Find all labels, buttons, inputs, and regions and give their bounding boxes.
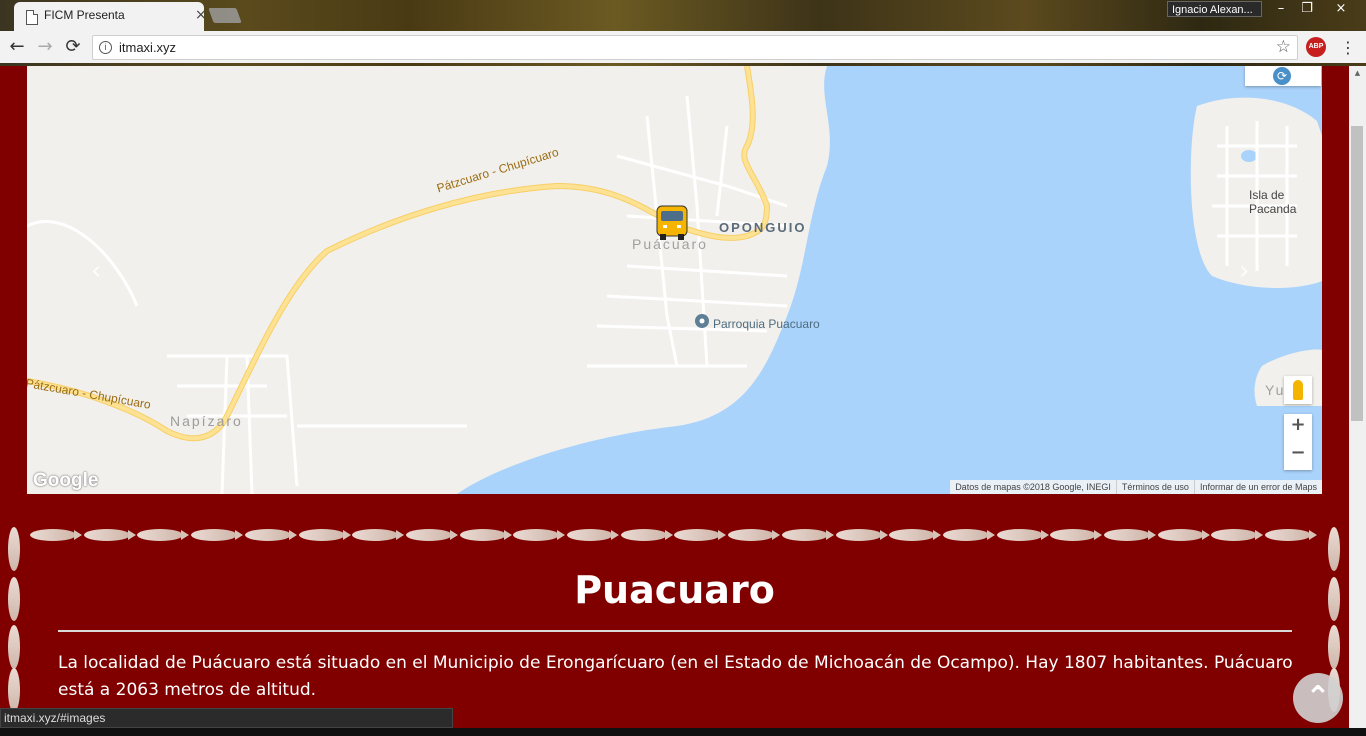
map-canvas[interactable] bbox=[27, 66, 1322, 494]
scroll-up-arrow-icon[interactable]: ▲ bbox=[1349, 66, 1366, 80]
restore-button[interactable]: ❐ bbox=[1294, 0, 1320, 18]
bookmark-star-icon[interactable]: ☆ bbox=[1276, 37, 1291, 57]
fish-ornament bbox=[1104, 529, 1156, 541]
fish-ornament bbox=[889, 529, 942, 541]
map-data-credit: Datos de mapas ©2018 Google, INEGI bbox=[955, 482, 1111, 492]
fish-ornament bbox=[1211, 529, 1264, 541]
browser-tab[interactable]: FICM Presenta × bbox=[14, 2, 207, 31]
place-label-isla: Pacanda bbox=[1249, 202, 1297, 216]
place-label-isla: Isla de bbox=[1249, 188, 1285, 202]
fish-ornament bbox=[1050, 529, 1103, 541]
bus-marker-icon bbox=[656, 205, 688, 240]
carousel-prev-icon[interactable]: ‹ bbox=[91, 256, 101, 286]
tab-close-icon[interactable]: × bbox=[195, 7, 207, 23]
info-icon[interactable]: i bbox=[99, 41, 112, 54]
fish-ornament bbox=[352, 529, 405, 541]
place-label-puacuaro: Puácuaro bbox=[632, 236, 708, 252]
fish-ornament bbox=[781, 529, 834, 541]
zoom-control: + − bbox=[1284, 414, 1312, 470]
browser-toolbar: ← → ⟳ i itmaxi.xyz ☆ bbox=[0, 31, 1366, 63]
refresh-icon: ⟳ bbox=[1273, 67, 1291, 85]
status-bar-url: itmaxi.xyz/#images bbox=[0, 708, 453, 728]
description-text: La localidad de Puácuaro está situado en… bbox=[58, 653, 1293, 700]
fish-ornament bbox=[674, 529, 727, 541]
fish-ornament bbox=[191, 529, 244, 541]
address-bar[interactable]: i itmaxi.xyz ☆ bbox=[92, 35, 1298, 60]
carousel-next-icon[interactable]: › bbox=[1239, 256, 1249, 286]
fish-ornament bbox=[405, 529, 458, 541]
taskbar bbox=[0, 728, 1366, 736]
fish-ornament bbox=[83, 529, 136, 541]
fish-ornament bbox=[244, 529, 297, 541]
fish-ornament bbox=[513, 529, 566, 541]
scrollbar-thumb[interactable] bbox=[1351, 126, 1363, 421]
fish-ornament bbox=[30, 529, 82, 541]
page-title: Puacuaro bbox=[574, 568, 775, 612]
poi-label-parroquia: Parroquia Puacuaro bbox=[713, 317, 820, 331]
map-attribution: Datos de mapas ©2018 Google, INEGI Térmi… bbox=[950, 480, 1322, 494]
fish-ornament bbox=[298, 529, 351, 541]
close-window-button[interactable]: × bbox=[1328, 0, 1354, 18]
forward-button[interactable]: → bbox=[33, 35, 57, 59]
url-text[interactable]: itmaxi.xyz bbox=[119, 40, 176, 55]
church-pin-icon bbox=[695, 314, 709, 328]
fish-ornament bbox=[996, 529, 1049, 541]
fish-ornament bbox=[8, 668, 20, 712]
google-logo[interactable]: Google bbox=[33, 470, 98, 492]
place-label-napizaro: Napízaro bbox=[170, 413, 243, 429]
fish-ornament bbox=[728, 529, 781, 541]
browser-chrome: FICM Presenta × Ignacio Alexan... – ❐ × … bbox=[0, 0, 1366, 66]
fish-ornament bbox=[942, 529, 995, 541]
document-icon bbox=[26, 10, 38, 25]
map-refresh-button[interactable]: ⟳ bbox=[1245, 66, 1321, 86]
fish-ornament bbox=[567, 529, 619, 541]
fish-ornament bbox=[620, 529, 673, 541]
fish-ornament bbox=[1265, 529, 1318, 541]
reload-button[interactable]: ⟳ bbox=[61, 35, 85, 59]
minimize-button[interactable]: – bbox=[1268, 0, 1294, 18]
back-button[interactable]: ← bbox=[5, 35, 29, 59]
zoom-out-button[interactable]: − bbox=[1284, 442, 1312, 470]
divider bbox=[58, 630, 1292, 632]
terms-link[interactable]: Términos de uso bbox=[1115, 480, 1194, 494]
fish-ornament bbox=[8, 527, 20, 571]
adblock-extension-icon[interactable]: ABP bbox=[1306, 37, 1326, 57]
fish-ornament bbox=[1328, 625, 1340, 669]
profile-button[interactable]: Ignacio Alexan... bbox=[1167, 1, 1262, 17]
lake-water bbox=[457, 66, 1322, 494]
fish-ornament bbox=[459, 529, 512, 541]
report-error-link[interactable]: Informar de un error de Maps bbox=[1193, 480, 1322, 494]
tab-title: FICM Presenta bbox=[44, 8, 125, 22]
fish-ornament bbox=[1157, 529, 1210, 541]
back-to-top-button[interactable]: ⌃ bbox=[1293, 673, 1343, 723]
pegman-icon bbox=[1293, 380, 1303, 400]
browser-menu-icon[interactable]: ⋮ bbox=[1340, 38, 1356, 57]
fish-ornament bbox=[8, 625, 20, 669]
page-scrollbar[interactable]: ▲ bbox=[1349, 66, 1366, 736]
google-map[interactable]: Pátzcuaro - Chupícuaro Pátzcuaro - Chupí… bbox=[27, 66, 1322, 494]
road-patzcuaro-chupicuaro bbox=[27, 66, 771, 442]
fish-ornament bbox=[1328, 527, 1340, 571]
fish-ornament bbox=[835, 529, 888, 541]
street-view-pegman[interactable] bbox=[1284, 376, 1312, 404]
zoom-in-button[interactable]: + bbox=[1284, 414, 1312, 442]
place-label-oponguio: OPONGUIO bbox=[719, 220, 807, 235]
new-tab-button[interactable] bbox=[208, 8, 242, 23]
fish-border-top bbox=[30, 529, 1320, 545]
fish-ornament bbox=[137, 529, 190, 541]
